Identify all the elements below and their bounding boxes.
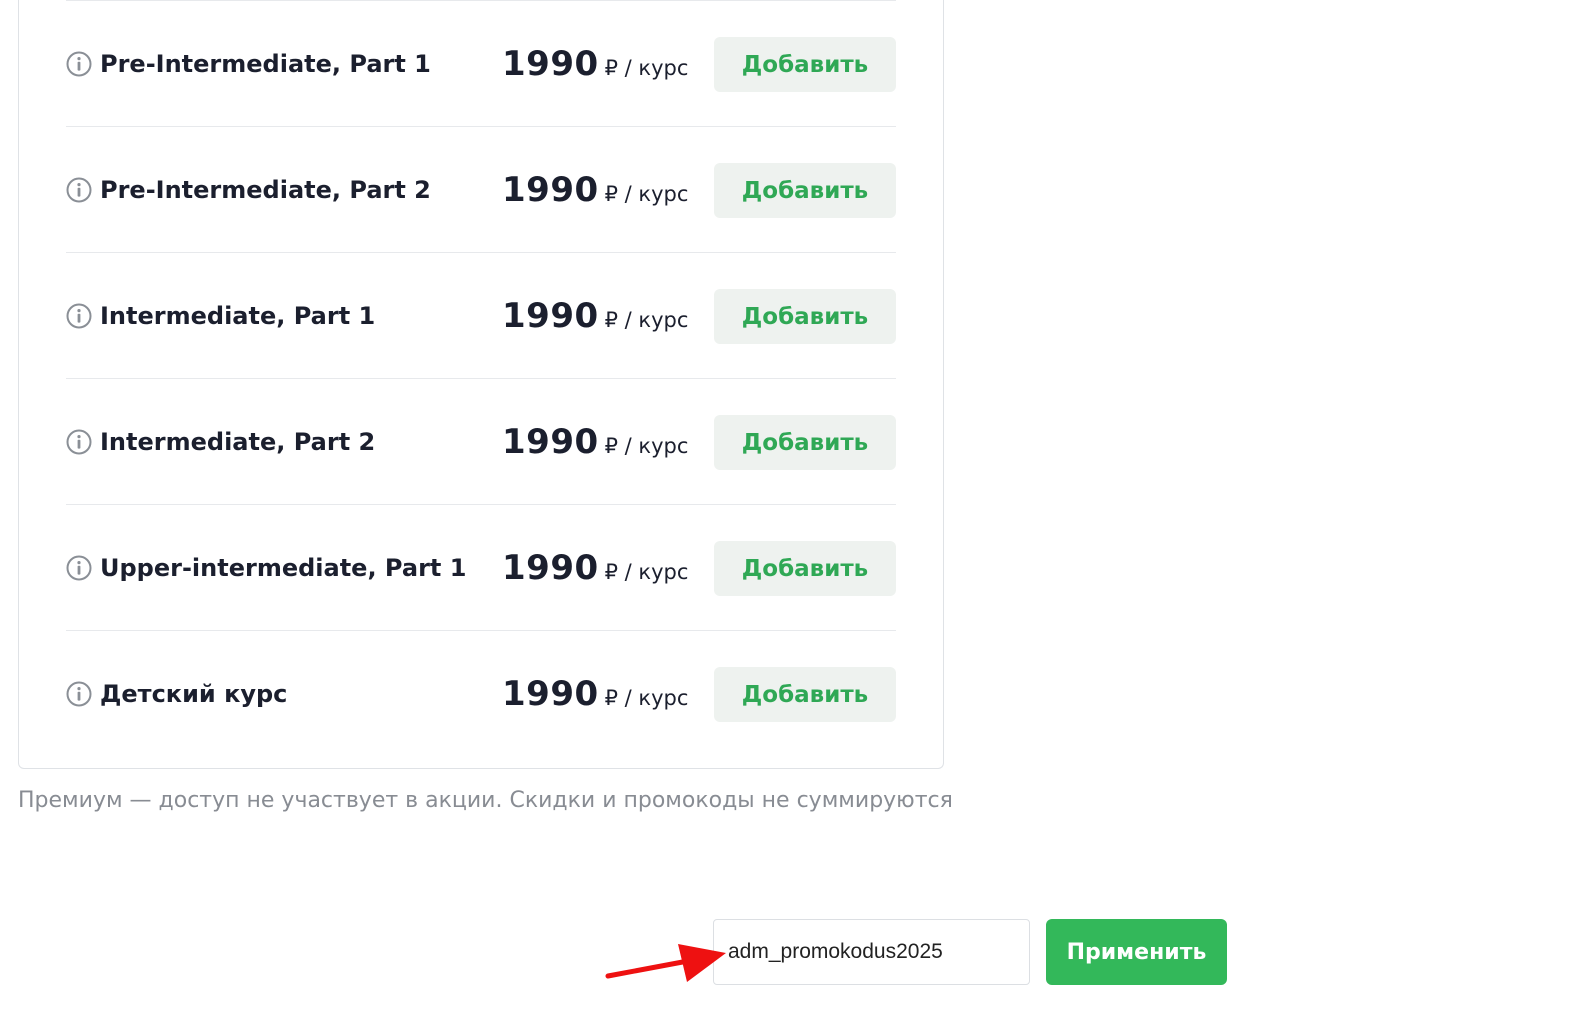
info-circle-icon[interactable] [66,429,92,455]
course-row: Pre-Intermediate, Part 2 1990 ₽ / курс До… [66,126,896,252]
price-amount: 1990 [502,296,599,336]
course-price: 1990 ₽ / курс [502,505,688,631]
course-price: 1990 ₽ / курс [502,253,688,379]
price-amount: 1990 [502,170,599,210]
add-course-button[interactable]: Добавить [714,289,896,344]
info-circle-icon[interactable] [66,681,92,707]
price-unit: ₽ / курс [604,686,689,710]
price-unit: ₽ / курс [604,182,689,206]
page: Pre-Intermediate, Part 1 1990 ₽ / курс До… [0,0,1581,1019]
price-unit: ₽ / курс [604,560,689,584]
add-course-button[interactable]: Добавить [714,415,896,470]
course-row: Intermediate, Part 2 1990 ₽ / курс Добави… [66,378,896,504]
course-price: 1990 ₽ / курс [502,1,688,127]
info-circle-icon[interactable] [66,555,92,581]
info-circle-icon[interactable] [66,51,92,77]
price-unit: ₽ / курс [604,56,689,80]
apply-promo-button[interactable]: Применить [1046,919,1227,985]
course-row: Детский курс 1990 ₽ / курс Добавить [66,630,896,756]
course-row: Upper-intermediate, Part 1 1990 ₽ / курс … [66,504,896,630]
course-price: 1990 ₽ / курс [502,379,688,505]
course-row: Pre-Intermediate, Part 1 1990 ₽ / курс До… [66,0,896,126]
course-row: Intermediate, Part 1 1990 ₽ / курс Добави… [66,252,896,378]
price-unit: ₽ / курс [604,434,689,458]
price-amount: 1990 [502,548,599,588]
course-name: Intermediate, Part 2 [100,428,376,456]
course-name: Intermediate, Part 1 [100,302,376,330]
course-name: Pre-Intermediate, Part 1 [100,50,431,78]
add-course-button[interactable]: Добавить [714,163,896,218]
add-course-button[interactable]: Добавить [714,541,896,596]
course-name: Детский курс [100,680,288,708]
course-list: Pre-Intermediate, Part 1 1990 ₽ / курс До… [66,0,896,756]
price-unit: ₽ / курс [604,308,689,332]
add-course-button[interactable]: Добавить [714,37,896,92]
info-circle-icon[interactable] [66,177,92,203]
price-amount: 1990 [502,44,599,84]
info-circle-icon[interactable] [66,303,92,329]
promo-code-input[interactable] [713,919,1030,985]
price-amount: 1990 [502,674,599,714]
price-amount: 1990 [502,422,599,462]
red-arrow-icon [605,944,726,982]
promo-disclaimer: Премиум — доступ не участвует в акции. С… [18,788,953,813]
course-name: Upper-intermediate, Part 1 [100,554,467,582]
course-price: 1990 ₽ / курс [502,127,688,253]
course-name: Pre-Intermediate, Part 2 [100,176,431,204]
add-course-button[interactable]: Добавить [714,667,896,722]
course-price: 1990 ₽ / курс [502,631,688,757]
